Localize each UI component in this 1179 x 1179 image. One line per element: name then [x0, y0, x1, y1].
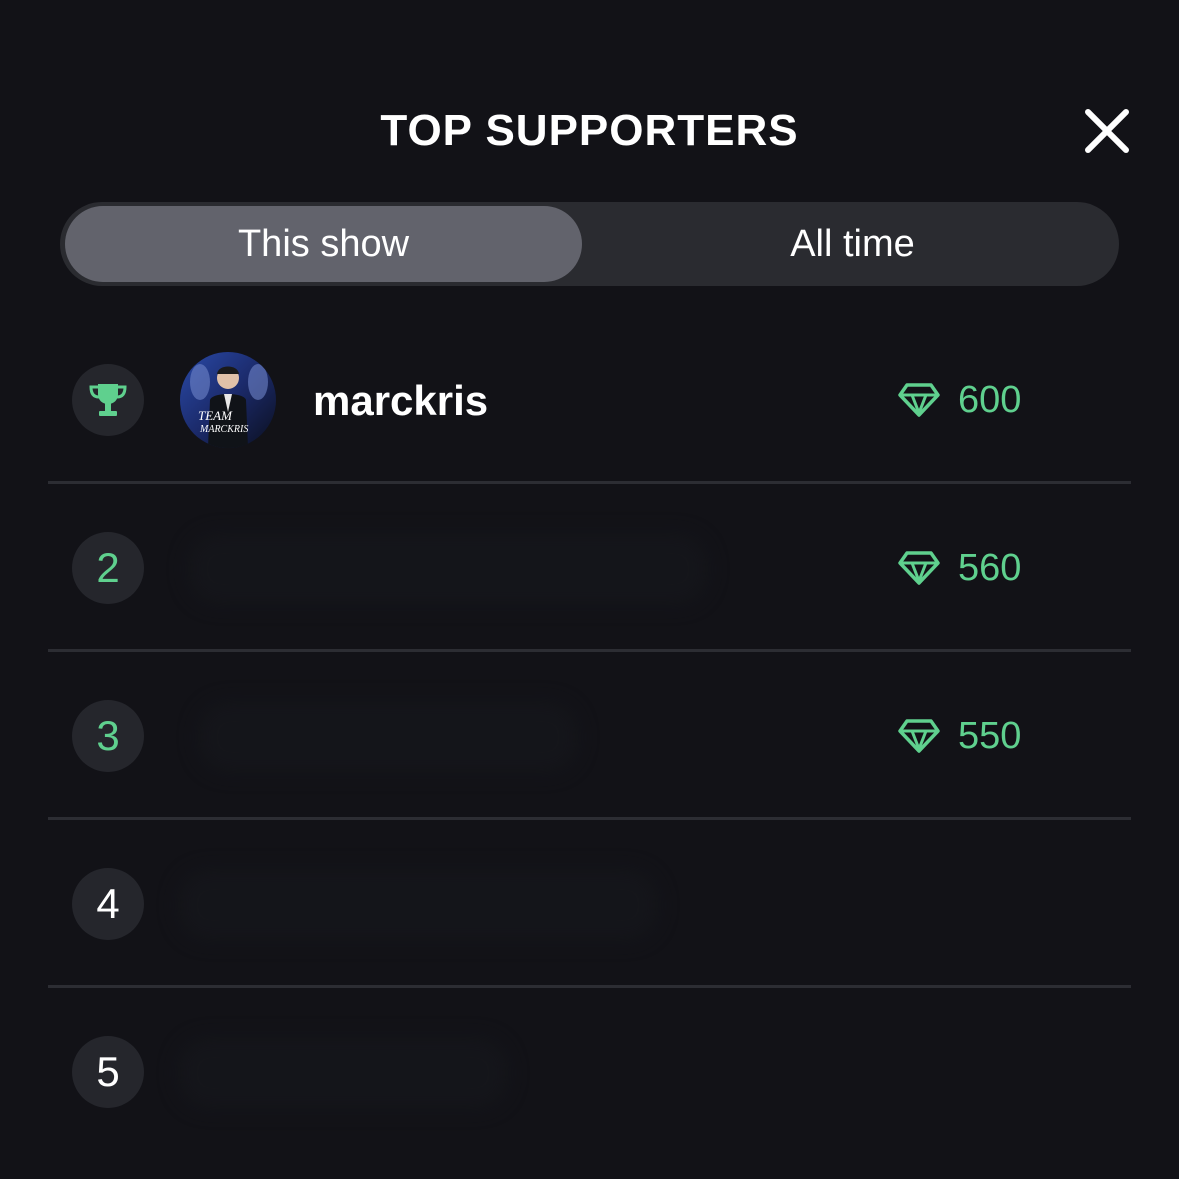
- rank-badge: 5: [72, 1036, 144, 1108]
- supporter-row-2[interactable]: 2 560: [48, 484, 1131, 652]
- close-icon: [1085, 109, 1129, 153]
- gem-count-group: 600: [898, 376, 1021, 424]
- avatar: TEAM MARCKRIS: [180, 352, 276, 448]
- gem-count-group: 550: [898, 712, 1021, 760]
- rank-badge: [72, 364, 144, 436]
- avatar-text-marckris: MARCKRIS: [199, 424, 248, 435]
- gem-count: 550: [958, 715, 1022, 757]
- supporter-row-3[interactable]: 3 550: [48, 652, 1131, 820]
- hidden-username: [188, 534, 708, 604]
- diamond-icon: [898, 719, 940, 754]
- period-segmented-control: This show All time: [60, 202, 1119, 286]
- supporter-row-5[interactable]: 5: [48, 988, 1131, 1156]
- rank-badge: 4: [72, 868, 144, 940]
- supporter-row-1[interactable]: TEAM MARCKRIS marckris 600: [48, 316, 1131, 484]
- modal-title: TOP SUPPORTERS: [380, 106, 799, 155]
- tab-this-show[interactable]: This show: [65, 206, 582, 282]
- gem-count: 600: [958, 379, 1022, 421]
- rank-badge: 3: [72, 700, 144, 772]
- diamond-icon: [898, 383, 940, 418]
- rank-badge: 2: [72, 532, 144, 604]
- gem-count: 560: [958, 547, 1022, 589]
- gem-count-group: 560: [898, 544, 1021, 592]
- supporter-username: marckris: [313, 377, 489, 424]
- hidden-username: [178, 870, 658, 940]
- tab-all-time[interactable]: All time: [590, 206, 1115, 282]
- close-button[interactable]: [1080, 104, 1134, 158]
- supporter-row-4[interactable]: 4: [48, 820, 1131, 988]
- top-supporters-modal: TOP SUPPORTERS This show All time TEAM M…: [0, 0, 1179, 1179]
- hidden-username: [178, 1038, 508, 1108]
- diamond-icon: [898, 551, 940, 586]
- trophy-icon: [89, 384, 127, 416]
- avatar-text-team: TEAM: [198, 408, 233, 423]
- hidden-username: [198, 702, 578, 772]
